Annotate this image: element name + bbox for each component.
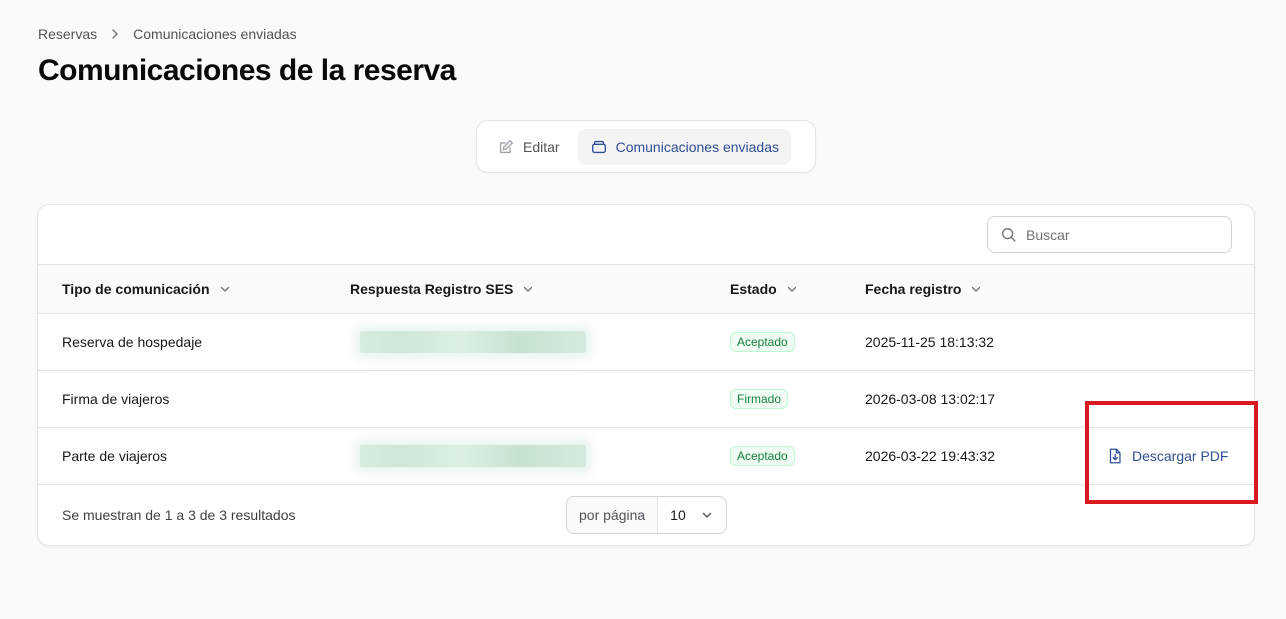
table-row: Reserva de hospedaje Aceptado 2025-11-25… bbox=[38, 314, 1254, 371]
tab-editar[interactable]: Editar bbox=[485, 129, 572, 165]
inbox-stack-icon bbox=[591, 140, 606, 153]
cell-estado: Aceptado bbox=[730, 428, 795, 484]
chevron-down-icon bbox=[702, 512, 711, 518]
cell-estado: Firmado bbox=[730, 371, 789, 427]
tab-label: Comunicaciones enviadas bbox=[615, 138, 780, 155]
cell-fecha: 2025-11-25 18:13:32 bbox=[865, 334, 994, 350]
tab-comunicaciones-enviadas[interactable]: Comunicaciones enviadas bbox=[577, 128, 792, 165]
cell-respuesta bbox=[360, 314, 586, 370]
redacted-value bbox=[360, 445, 586, 467]
document-download-icon bbox=[1109, 448, 1121, 464]
communications-table-card: Tipo de comunicación Respuesta Registro … bbox=[37, 204, 1255, 546]
chevron-down-icon bbox=[787, 286, 796, 292]
tab-label: Editar bbox=[523, 138, 560, 155]
per-page-label: por página bbox=[567, 497, 659, 533]
search-box[interactable] bbox=[987, 216, 1232, 253]
chevron-down-icon bbox=[220, 286, 229, 292]
status-badge: Aceptado bbox=[730, 446, 795, 466]
per-page-selector: por página 10 bbox=[566, 496, 727, 534]
breadcrumb: Reservas Comunicaciones enviadas bbox=[38, 26, 297, 42]
column-header-respuesta[interactable]: Respuesta Registro SES bbox=[350, 265, 535, 313]
chevron-down-icon bbox=[972, 286, 981, 292]
cell-tipo: Reserva de hospedaje bbox=[62, 334, 203, 350]
column-header-label: Fecha registro bbox=[865, 281, 962, 297]
table-header: Tipo de comunicación Respuesta Registro … bbox=[38, 264, 1254, 314]
cell-fecha: 2026-03-08 13:02:17 bbox=[865, 391, 995, 407]
per-page-select[interactable]: 10 bbox=[658, 507, 726, 523]
cell-tipo: Parte de viajeros bbox=[62, 448, 168, 464]
cell-fecha: 2026-03-22 19:43:32 bbox=[865, 448, 995, 464]
column-header-tipo[interactable]: Tipo de comunicación bbox=[62, 265, 232, 313]
column-header-label: Respuesta Registro SES bbox=[350, 281, 514, 297]
column-header-label: Estado bbox=[730, 281, 777, 297]
search-icon bbox=[1002, 227, 1016, 242]
column-header-label: Tipo de comunicación bbox=[62, 281, 210, 297]
status-badge: Aceptado bbox=[730, 332, 795, 352]
search-input[interactable] bbox=[1026, 226, 1216, 243]
page-title: Comunicaciones de la reserva bbox=[38, 54, 456, 87]
tab-bar: Editar Comunicaciones enviadas bbox=[476, 120, 816, 173]
cell-respuesta bbox=[360, 428, 586, 484]
chevron-down-icon bbox=[524, 286, 533, 292]
chevron-right-icon bbox=[112, 29, 118, 39]
table-row: Firma de viajeros Firmado 2026-03-08 13:… bbox=[38, 371, 1254, 428]
cell-action: Descargar PDF bbox=[1106, 428, 1228, 484]
pencil-square-icon bbox=[499, 139, 513, 153]
table-row: Parte de viajeros Aceptado 2026-03-22 19… bbox=[38, 428, 1254, 485]
breadcrumb-item-current: Comunicaciones enviadas bbox=[133, 26, 297, 42]
results-summary: Se muestran de 1 a 3 de 3 resultados bbox=[62, 507, 296, 523]
column-header-fecha[interactable]: Fecha registro bbox=[865, 265, 983, 313]
download-pdf-link[interactable]: Descargar PDF bbox=[1106, 447, 1228, 465]
cell-tipo: Firma de viajeros bbox=[62, 391, 170, 407]
breadcrumb-item-reservas[interactable]: Reservas bbox=[38, 26, 97, 42]
per-page-value: 10 bbox=[670, 507, 686, 523]
column-header-estado[interactable]: Estado bbox=[730, 265, 799, 313]
download-pdf-label: Descargar PDF bbox=[1132, 448, 1229, 464]
status-badge: Firmado bbox=[730, 389, 789, 409]
redacted-value bbox=[360, 331, 586, 353]
cell-estado: Aceptado bbox=[730, 314, 795, 370]
